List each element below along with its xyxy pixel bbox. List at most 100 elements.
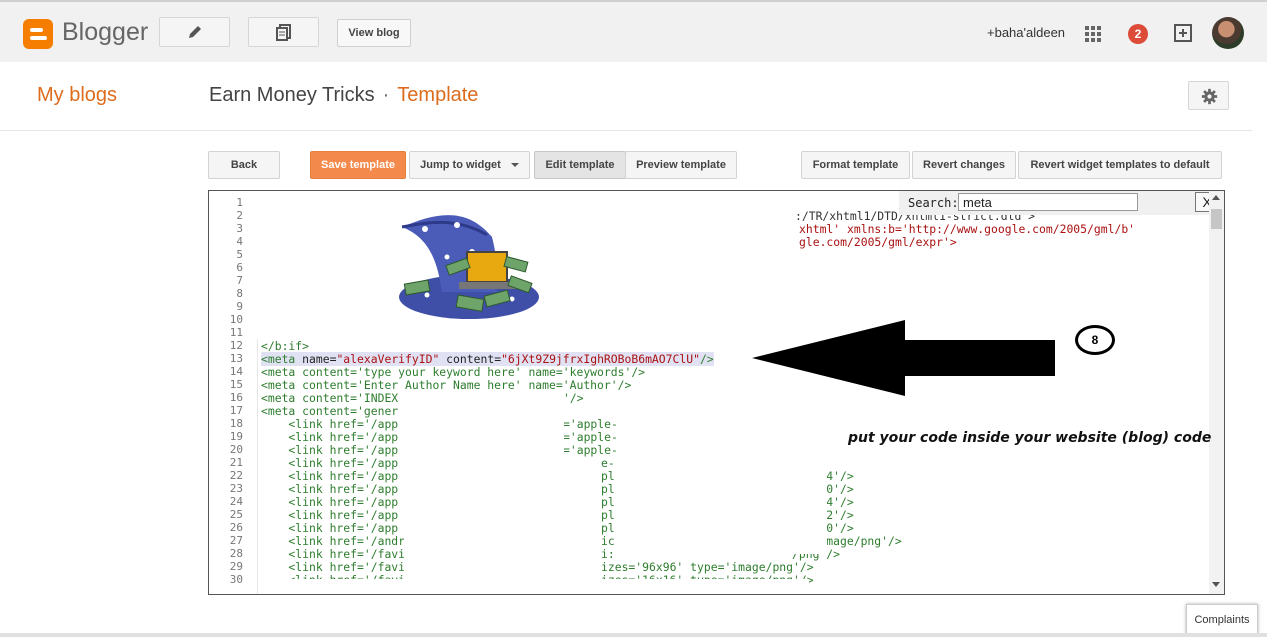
jump-to-widget-dropdown[interactable]: Jump to widget (409, 151, 530, 179)
code-editor[interactable]: 1 2 3 4 5 6 7 8 9 10 11 12 13 14 15 16 17 18 19 20 21 22 23 24 2… (208, 190, 1225, 595)
line-number: 13 (229, 352, 243, 365)
code-line-12: <meta name="alexaVerifyID" content="6jXt… (261, 352, 714, 366)
tag-close: /> (699, 352, 714, 366)
search-label: Search: (908, 196, 959, 210)
jump-to-widget-label: Jump to widget (420, 159, 501, 171)
brand-name[interactable]: Blogger (62, 18, 148, 47)
line-number: 29 (229, 560, 243, 573)
view-blog-button[interactable]: View blog (337, 19, 411, 47)
avatar[interactable] (1212, 17, 1244, 49)
bottom-border (0, 633, 1267, 637)
new-post-button[interactable] (159, 17, 230, 47)
line-number: 17 (229, 404, 243, 417)
line-number: 1 (236, 196, 243, 209)
chevron-down-icon (510, 163, 519, 168)
attr-value-name: "alexaVerifyID" (336, 352, 440, 366)
line-number: 5 (236, 248, 243, 261)
search-bar: Search: meta (899, 191, 1212, 215)
posts-list-button[interactable] (248, 17, 319, 47)
line-number: 28 (229, 547, 243, 560)
blog-name: Earn Money Tricks (209, 84, 375, 106)
code-fragment: pl (601, 508, 615, 522)
code-fragment: pl (601, 495, 615, 509)
code-line-14: <meta content='Enter Author Name here' n… (261, 378, 632, 392)
code-fragment: e- (601, 456, 615, 470)
line-number: 26 (229, 521, 243, 534)
header-divider (0, 130, 1252, 131)
code-line-15-end: '/> (563, 391, 584, 405)
code-fragment: ='apple- (563, 430, 618, 444)
line-number: 8 (236, 287, 243, 300)
gear-icon (1201, 88, 1218, 105)
line-number: 22 (229, 469, 243, 482)
line-number: 30 (229, 573, 243, 586)
line-number-gutter: 1 2 3 4 5 6 7 8 9 10 11 12 13 14 15 16 17 18 19 20 21 22 23 24 2… (209, 191, 258, 594)
format-template-button[interactable]: Format template (801, 151, 910, 179)
line-number: 23 (229, 482, 243, 495)
documents-icon (275, 24, 291, 41)
line-number: 4 (236, 235, 243, 248)
page-title: Earn Money Tricks · Template (209, 84, 478, 107)
code-line-2: xhtml' xmlns:b='http://www.google.com/20… (799, 222, 1136, 236)
annotation-text: put your code inside your website (blog)… (848, 430, 1212, 446)
code-line-link: <link href='/app (261, 417, 399, 431)
code-line-link: <link href='/app (261, 482, 399, 496)
my-blogs-link[interactable]: My blogs (37, 84, 117, 107)
line-number: 3 (236, 222, 243, 235)
line-number: 25 (229, 508, 243, 521)
save-template-button[interactable]: Save template (310, 151, 406, 179)
line-number: 21 (229, 456, 243, 469)
redaction-block (404, 397, 564, 594)
share-plus-icon[interactable] (1174, 24, 1192, 42)
code-line-link: <link href='/app (261, 456, 399, 470)
attr-content: content= (439, 352, 502, 366)
title-separator: · (382, 84, 390, 106)
code-fragment: i: (601, 547, 615, 561)
line-number: 2 (236, 209, 243, 222)
line-number: 7 (236, 274, 243, 287)
user-link[interactable]: +baha'aldeen (987, 25, 1065, 40)
notification-badge[interactable]: 2 (1128, 24, 1148, 44)
search-input[interactable]: meta (958, 193, 1138, 211)
tab-preview-template[interactable]: Preview template (625, 151, 737, 179)
scroll-up-icon[interactable] (1212, 195, 1220, 200)
line-number: 24 (229, 495, 243, 508)
meta-tag: <meta (261, 352, 296, 366)
code-fragment: pl (601, 469, 615, 483)
code-line-3: gle.com/2005/gml/expr'> (799, 235, 957, 249)
back-button[interactable]: Back (208, 151, 280, 179)
code-fragment: ='apple- (563, 417, 618, 431)
code-line-link: <link href='/app (261, 495, 399, 509)
code-fragment: ='apple- (563, 443, 618, 457)
scrollbar-thumb[interactable] (1211, 209, 1222, 229)
code-line-15: <meta content='INDEX (261, 391, 399, 405)
line-number: 16 (229, 391, 243, 404)
code-fragment: izes='96x96' type='image/png'/> (601, 560, 814, 574)
arrow-annotation-icon (752, 320, 1055, 396)
attr-name: name= (295, 352, 337, 366)
line-number: 20 (229, 443, 243, 456)
code-line-16: <meta content='gener (261, 404, 399, 418)
line-number: 15 (229, 378, 243, 391)
line-number: 9 (236, 300, 243, 313)
code-line-link: <link href='/app (261, 521, 399, 535)
revert-changes-button[interactable]: Revert changes (912, 151, 1016, 179)
apps-grid-icon[interactable] (1085, 26, 1101, 42)
step-number-badge: 8 (1075, 325, 1115, 355)
scrollbar[interactable] (1209, 191, 1224, 594)
revert-widget-templates-button[interactable]: Revert widget templates to default (1018, 151, 1222, 179)
code-line-link: <link href='/app (261, 469, 399, 483)
code-fragment: pl (601, 521, 615, 535)
line-number: 14 (229, 365, 243, 378)
top-bar: Blogger View blog +baha'aldeen 2 (0, 0, 1267, 62)
tab-edit-template[interactable]: Edit template (534, 151, 626, 179)
line-number: 11 (229, 326, 243, 339)
pencil-icon (188, 26, 201, 38)
line-number: 12 (229, 339, 243, 352)
settings-button[interactable] (1188, 81, 1229, 110)
code-line-link: <link href='/app (261, 430, 399, 444)
scroll-down-icon[interactable] (1212, 582, 1220, 587)
blogger-logo-icon[interactable] (23, 19, 53, 49)
complaints-button[interactable]: Complaints (1186, 604, 1258, 634)
line-number: 6 (236, 261, 243, 274)
